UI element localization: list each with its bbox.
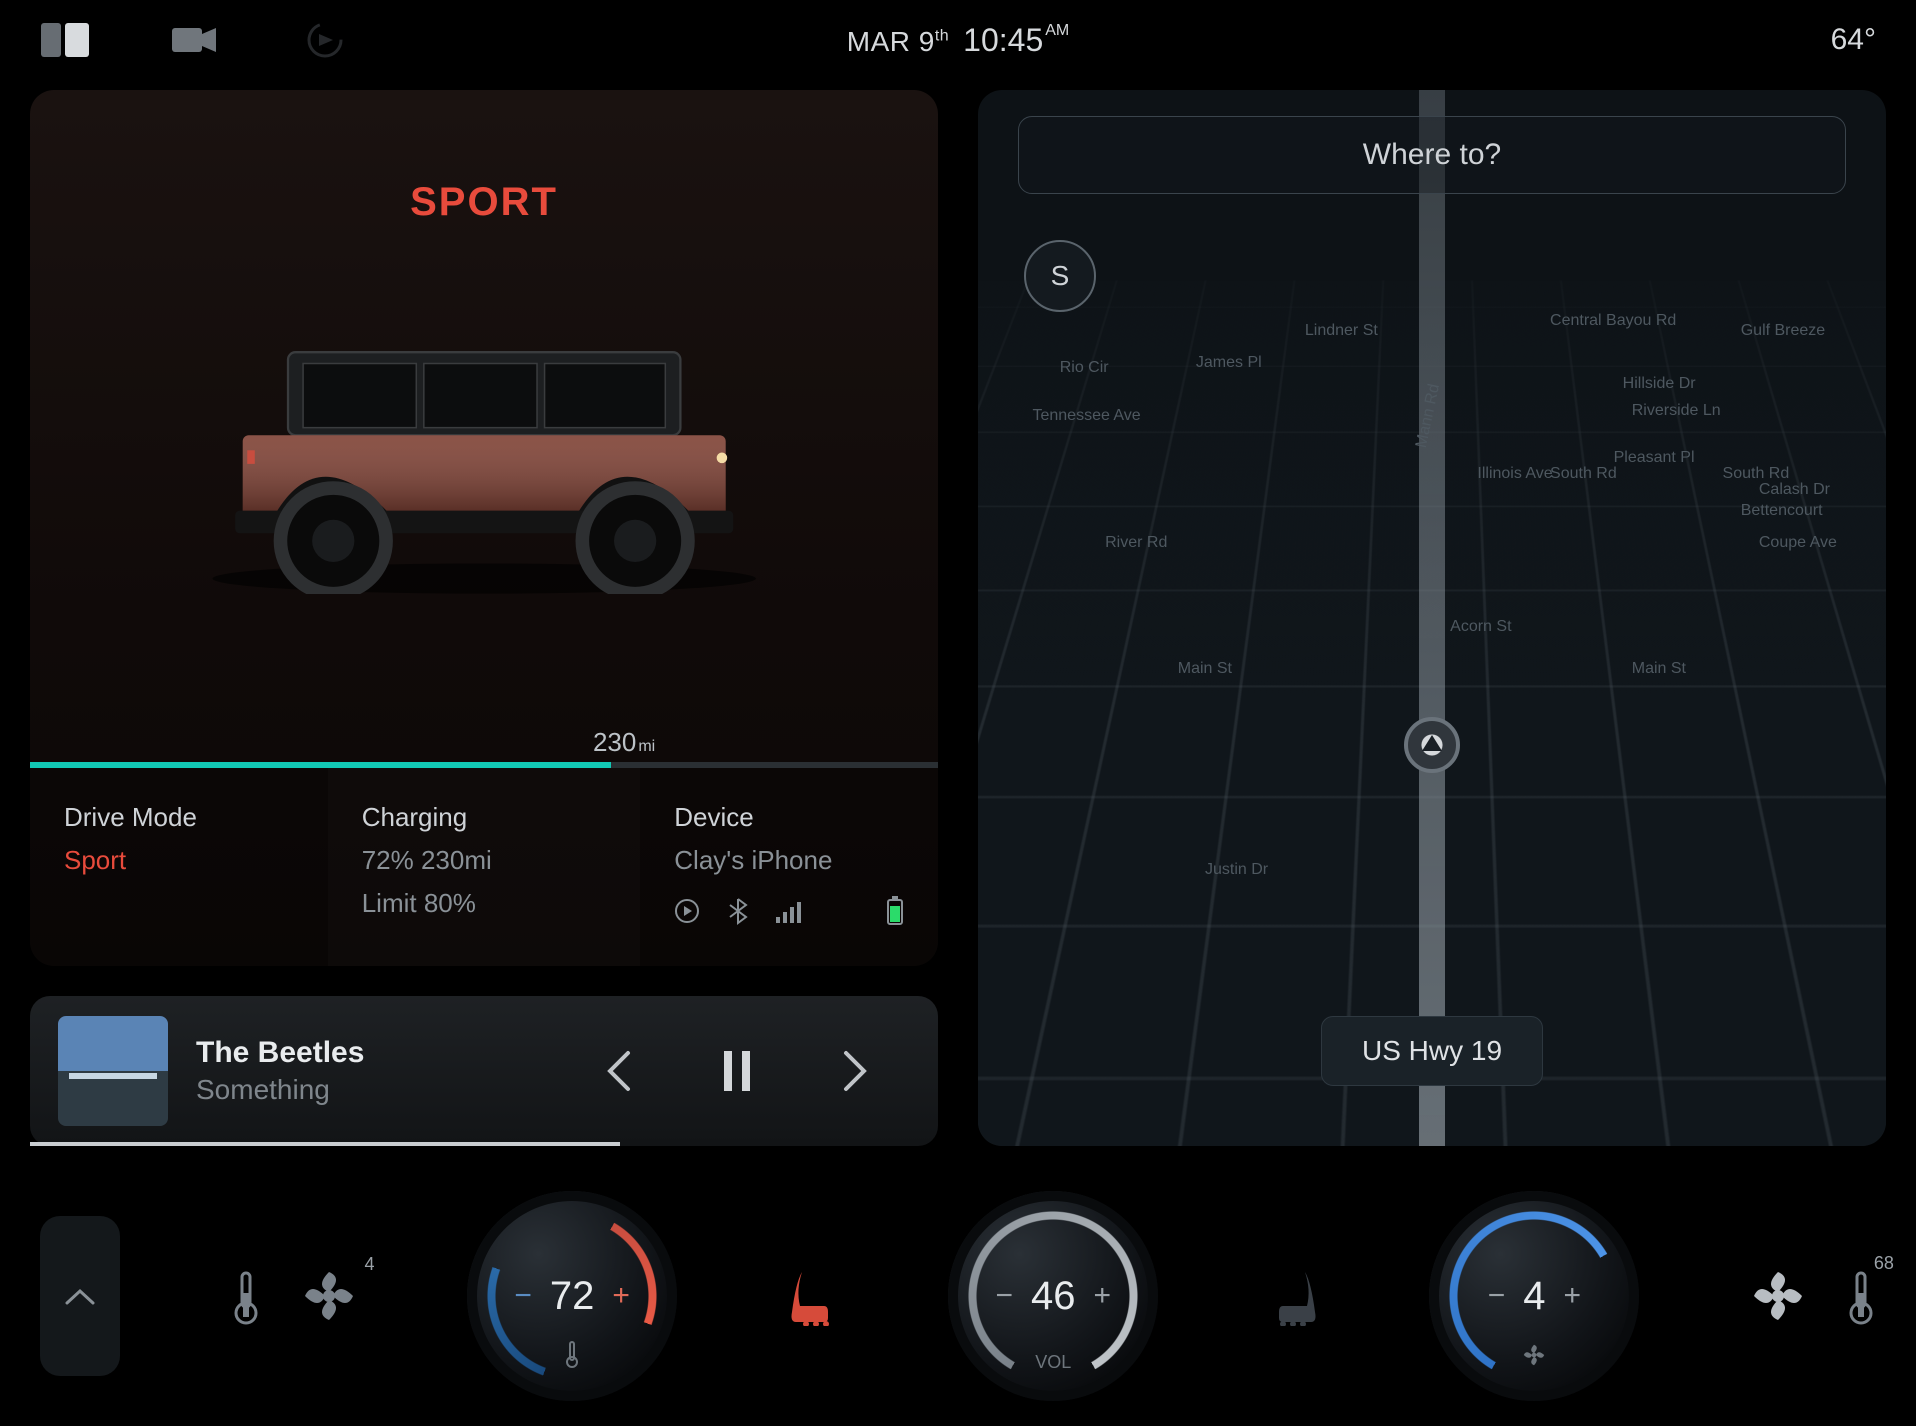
street-label: James Pl: [1196, 354, 1262, 372]
next-track-button[interactable]: [842, 1049, 870, 1093]
vehicle-image: [30, 120, 938, 698]
bluetooth-icon: [728, 897, 748, 925]
status-time: 10:45AM: [963, 22, 1069, 59]
status-bar: MAR 9th 10:45AM 64°: [0, 0, 1916, 80]
street-label: Lindner St: [1305, 322, 1378, 340]
album-art: [58, 1016, 168, 1126]
media-progress[interactable]: [30, 1142, 620, 1146]
left-fan-icon[interactable]: 4: [301, 1268, 357, 1324]
compass-button[interactable]: S: [1024, 240, 1096, 312]
street-label: Acorn St: [1450, 618, 1511, 636]
street-label: Calash Dr: [1759, 481, 1830, 499]
street-label: Justin Dr: [1205, 861, 1268, 879]
current-road-pill[interactable]: US Hwy 19: [1321, 1016, 1543, 1086]
nav-search-input[interactable]: Where to?: [1018, 116, 1846, 194]
right-seat-heater-icon[interactable]: [1269, 1266, 1319, 1326]
autopilot-icon[interactable]: [300, 20, 350, 60]
street-label: Main St: [1178, 660, 1232, 678]
left-temp-dial[interactable]: − 72 +: [467, 1191, 677, 1401]
street-label: Central Bayou Rd: [1550, 312, 1676, 330]
charging-tile[interactable]: Charging 72% 230mi Limit 80%: [328, 768, 641, 966]
prev-track-button[interactable]: [604, 1049, 632, 1093]
left-fan-level: 4: [365, 1254, 375, 1275]
volume-dial[interactable]: − 46 + VOL: [948, 1191, 1158, 1401]
right-temp-icon[interactable]: 68: [1846, 1267, 1876, 1325]
vehicle-card[interactable]: SPORT: [30, 90, 938, 966]
signal-icon: [776, 899, 804, 923]
street-label: River Rd: [1105, 534, 1167, 552]
status-outdoor-temp: 64°: [1831, 23, 1876, 57]
right-temp-readout: 68: [1874, 1253, 1894, 1274]
drive-mode-tile[interactable]: Drive Mode Sport: [30, 768, 328, 966]
street-label: Pleasant Pl: [1614, 449, 1695, 467]
street-label: Coupe Ave: [1759, 534, 1837, 552]
right-fan-icon[interactable]: [1750, 1268, 1806, 1324]
defrost-icon[interactable]: [231, 1267, 261, 1325]
climate-bar: 4 − 72 + − 46 + VOL − 4 +: [0, 1166, 1916, 1426]
street-label: Riverside Ln: [1632, 402, 1721, 420]
map-card[interactable]: Where to? S Tennessee Ave Lindner St Jam…: [978, 90, 1886, 1146]
street-label: Tennessee Ave: [1032, 407, 1140, 425]
street-label: Main St: [1632, 660, 1686, 678]
right-fan-dial[interactable]: − 4 +: [1429, 1191, 1639, 1401]
play-pause-button[interactable]: [722, 1049, 752, 1093]
street-label: Hillside Dr: [1623, 375, 1696, 393]
vehicle-position-marker: [1404, 717, 1460, 773]
range-indicator: 230mi: [30, 698, 938, 768]
street-label: Bettencourt: [1741, 502, 1823, 520]
carplay-icon: [674, 898, 700, 924]
volume-label: VOL: [948, 1352, 1158, 1373]
street-label: Illinois Ave: [1477, 465, 1552, 483]
media-bar[interactable]: The Beetles Something: [30, 996, 938, 1146]
media-title: Something: [196, 1074, 364, 1106]
layout-icon[interactable]: [40, 20, 90, 60]
phone-battery-icon: [886, 896, 904, 926]
range-fill: [30, 762, 611, 768]
device-tile[interactable]: Device Clay's iPhone: [640, 768, 938, 966]
media-artist: The Beetles: [196, 1036, 364, 1070]
left-seat-heater-icon[interactable]: [788, 1266, 838, 1326]
drawer-expand-button[interactable]: [40, 1216, 120, 1376]
thermometer-icon: [467, 1340, 677, 1373]
status-date: MAR 9th: [847, 26, 949, 58]
street-label: South Rd: [1550, 465, 1617, 483]
fan-icon: [1429, 1342, 1639, 1373]
street-label: Rio Cir: [1060, 359, 1109, 377]
street-label: Gulf Breeze: [1741, 322, 1825, 340]
dashcam-icon[interactable]: [170, 20, 220, 60]
